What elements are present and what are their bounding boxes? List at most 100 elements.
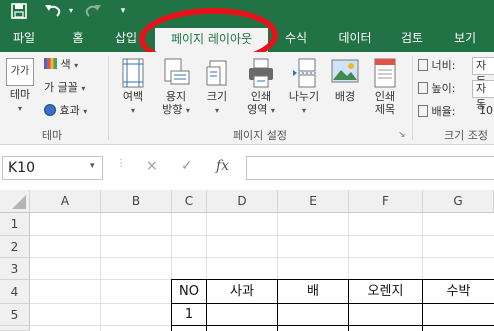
column-header-g[interactable]: G: [423, 190, 494, 213]
effects-icon: [44, 104, 56, 116]
breaks-button[interactable]: 나누기 ▾: [284, 58, 324, 117]
margins-label: 여백: [122, 90, 144, 103]
tab-insert[interactable]: 삽입: [104, 22, 148, 52]
themes-button[interactable]: 가가 테마 ▾: [4, 58, 36, 115]
size-icon: [206, 60, 227, 86]
breaks-dropdown-icon: ▾: [301, 106, 306, 115]
undo-dropdown-icon[interactable]: ▾: [66, 0, 76, 22]
column-header-b[interactable]: B: [101, 190, 172, 213]
cell-g4[interactable]: 수박: [423, 280, 494, 303]
ribbon-tabs: 파일 홈 삽입 페이지 레이아웃 수식 데이터 검토 보기: [0, 22, 494, 52]
themes-label: 테마: [9, 88, 31, 101]
orientation-dropdown-icon: ▾: [185, 106, 190, 115]
cell-d4[interactable]: 사과: [207, 280, 277, 303]
column-header-d[interactable]: D: [207, 190, 278, 213]
row-header-2[interactable]: 2: [0, 236, 30, 258]
row-header-4[interactable]: 4: [0, 280, 30, 304]
colors-icon: [44, 58, 57, 69]
row-header-5[interactable]: 5: [0, 304, 30, 326]
width-icon: [418, 59, 428, 71]
scale-group-label: 크기 조정: [444, 129, 488, 142]
height-icon: [418, 82, 428, 94]
size-dropdown-icon: ▾: [214, 106, 219, 115]
column-header-c[interactable]: C: [172, 190, 207, 213]
cell-e4[interactable]: 배: [278, 280, 348, 303]
themes-icon: 가가: [6, 58, 34, 86]
undo-icon[interactable]: [42, 0, 64, 22]
margins-dropdown-icon: ▾: [130, 106, 135, 115]
cell-f4[interactable]: 오렌지: [349, 280, 422, 303]
print-area-icon: [249, 58, 273, 88]
tab-formulas[interactable]: 수식: [276, 22, 316, 52]
print-area-button[interactable]: 인쇄 영역 ▾: [240, 58, 282, 117]
page-setup-dialog-launcher-icon[interactable]: ↘: [398, 130, 406, 140]
tab-view[interactable]: 보기: [443, 22, 487, 52]
name-box[interactable]: K10: [2, 156, 103, 180]
colors-label: 색: [60, 58, 71, 71]
tab-file[interactable]: 파일: [2, 22, 46, 52]
table-border: [172, 303, 494, 304]
row-header-6[interactable]: [0, 326, 30, 331]
width-select[interactable]: 자동: [472, 57, 494, 88]
scale-label: 배율:: [431, 105, 456, 118]
orientation-icon: [164, 58, 190, 85]
cell-c5[interactable]: 1: [172, 304, 206, 325]
ribbon-separator: [412, 56, 413, 140]
colors-button[interactable]: 색 ▾: [44, 56, 78, 74]
tab-review[interactable]: 검토: [390, 22, 434, 52]
background-label: 배경: [334, 90, 356, 103]
ribbon: 가가 테마 ▾ 색 ▾ 가 글꼴 ▾ 효과 ▾ 테마 여백 ▾ 용지 방향 ▾ …: [0, 52, 494, 145]
width-label: 너비:: [431, 59, 456, 72]
print-titles-label-line2: 제목: [374, 103, 396, 116]
height-label: 높이:: [431, 82, 456, 95]
themes-group-label: 테마: [41, 129, 63, 142]
column-header-f[interactable]: F: [349, 190, 423, 213]
redo-icon[interactable]: [82, 0, 104, 22]
formula-input[interactable]: [246, 156, 494, 180]
ribbon-separator: [108, 56, 109, 140]
size-button[interactable]: 크기 ▾: [200, 58, 234, 117]
save-icon[interactable]: [8, 0, 30, 22]
print-titles-label-line1: 인쇄: [374, 90, 396, 103]
scale-input[interactable]: 10: [476, 103, 494, 121]
insert-function-icon[interactable]: fx: [216, 158, 229, 174]
scale-label-row: 배율:: [418, 103, 455, 121]
breaks-label: 나누기: [288, 90, 320, 103]
orientation-label-line1: 용지: [165, 90, 187, 103]
cancel-icon[interactable]: ×: [146, 158, 158, 174]
height-label-row: 높이:: [418, 80, 455, 98]
column-header-e[interactable]: E: [278, 190, 349, 213]
orientation-button[interactable]: 용지 방향 ▾: [156, 58, 196, 117]
fonts-label: 글꼴: [57, 81, 78, 94]
colors-dropdown-icon: ▾: [74, 61, 79, 70]
select-all-corner[interactable]: [0, 190, 30, 213]
row-header-1[interactable]: 1: [0, 213, 30, 236]
row-header-3[interactable]: 3: [0, 258, 30, 280]
print-titles-button[interactable]: 인쇄 제목: [366, 58, 404, 116]
customize-qat-icon[interactable]: ▾: [117, 0, 129, 22]
height-select[interactable]: 자동: [472, 80, 494, 111]
name-box-dropdown-icon[interactable]: ▾: [90, 161, 95, 171]
effects-button[interactable]: 효과 ▾: [44, 102, 87, 120]
print-area-label-line1: 인쇄: [250, 90, 272, 103]
background-button[interactable]: 배경: [328, 58, 362, 103]
margins-icon: [122, 58, 144, 88]
print-titles-icon: [374, 58, 396, 88]
tab-home[interactable]: 홈: [58, 22, 98, 52]
themes-dropdown-icon: ▾: [17, 104, 22, 113]
fonts-button[interactable]: 가 글꼴 ▾: [44, 79, 85, 97]
fonts-dropdown-icon: ▾: [81, 84, 86, 93]
breaks-icon: [293, 58, 316, 88]
page-setup-group-label: 페이지 설정: [232, 129, 288, 142]
column-header-a[interactable]: A: [30, 190, 101, 213]
size-label: 크기: [206, 90, 228, 103]
print-area-dropdown-icon: ▾: [270, 106, 275, 115]
gridline: [100, 213, 101, 331]
orientation-label-line2: 방향: [162, 103, 183, 116]
tab-page-layout[interactable]: 페이지 레이아웃: [155, 28, 268, 52]
enter-icon[interactable]: ✓: [181, 158, 193, 174]
cell-c4[interactable]: NO: [172, 280, 206, 303]
tab-data[interactable]: 데이터: [330, 22, 380, 52]
background-icon: [331, 59, 359, 83]
margins-button[interactable]: 여백 ▾: [114, 58, 152, 117]
